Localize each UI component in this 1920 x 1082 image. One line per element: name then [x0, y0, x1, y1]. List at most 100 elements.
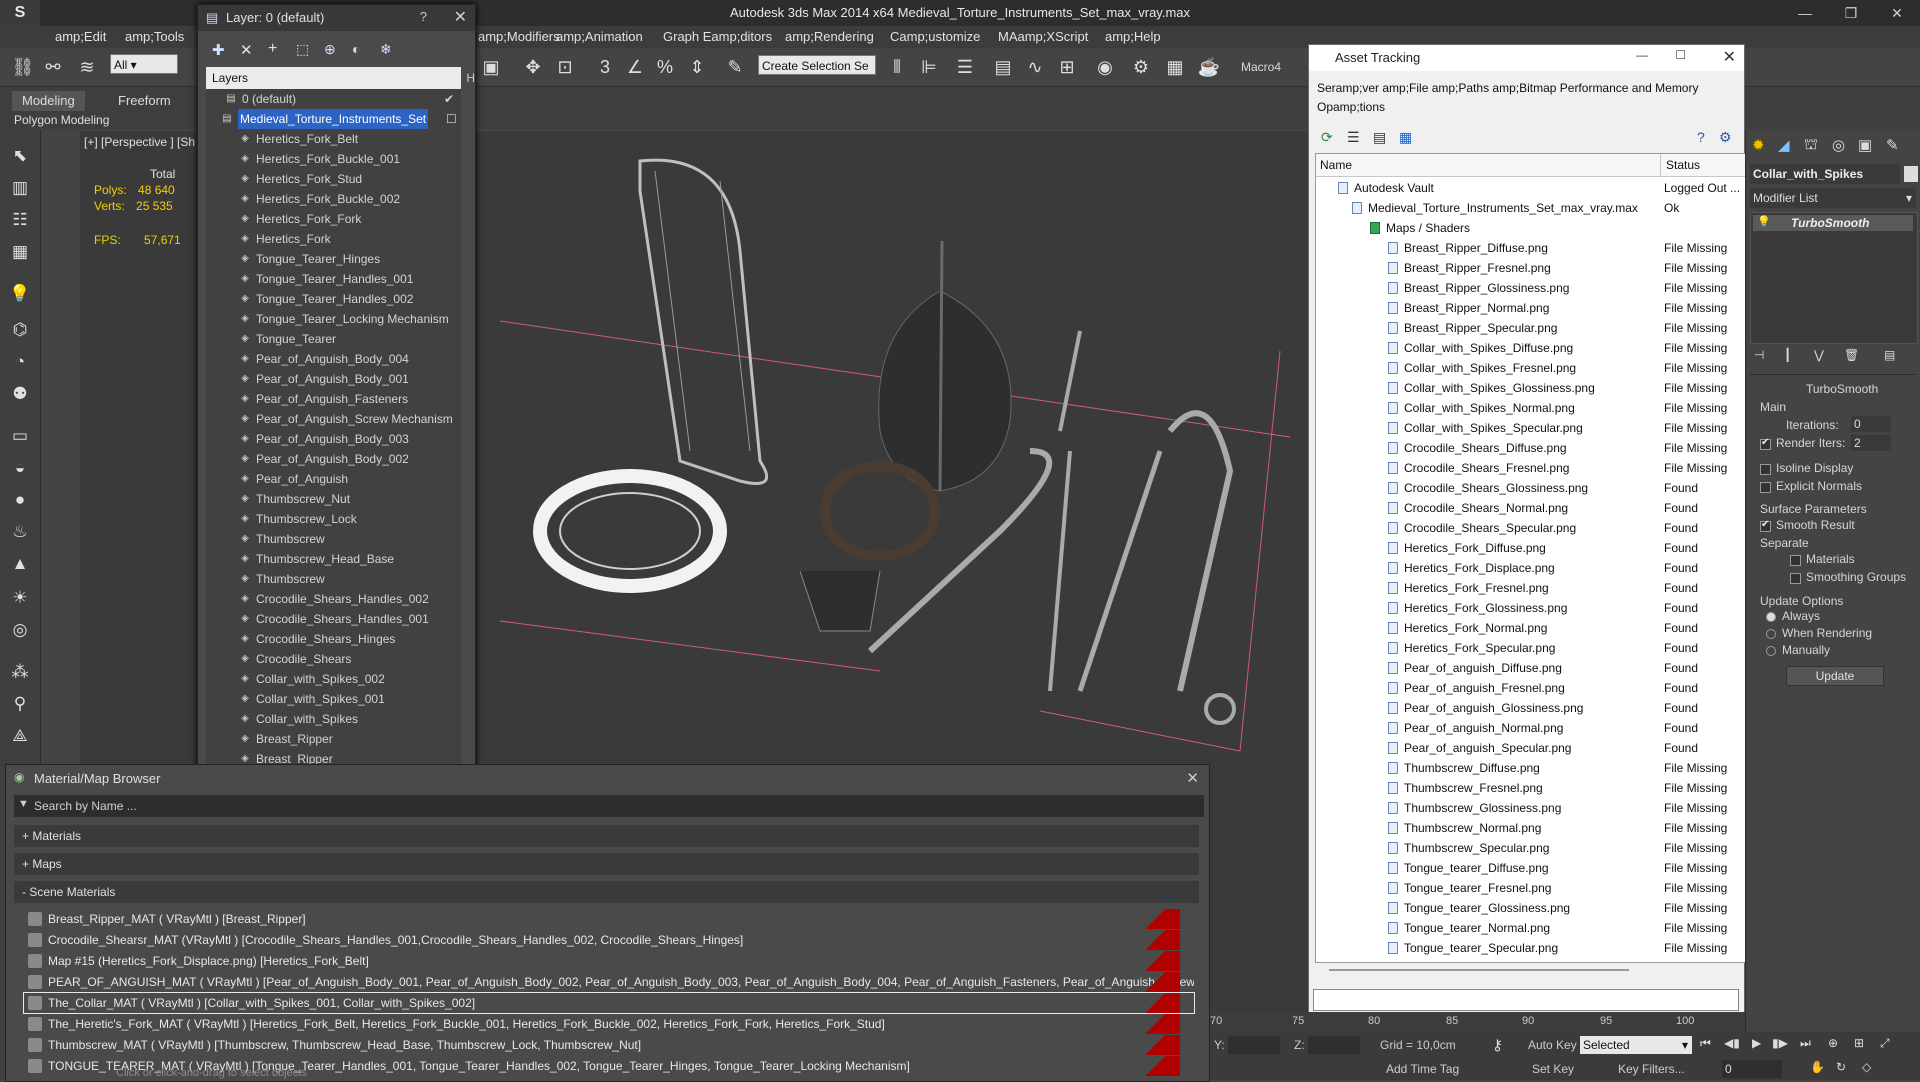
- layer-row[interactable]: ▤ 0 (default) ✔: [206, 89, 461, 109]
- layer-object-row[interactable]: ◈ Pear_of_Anguish_Body_003: [206, 429, 461, 449]
- layer-object-row[interactable]: ◈ Pear_of_Anguish_Screw Mechanism: [206, 409, 461, 429]
- menu-tools[interactable]: amp;Tools: [125, 29, 184, 44]
- paint-select-icon[interactable]: ▥: [6, 176, 34, 200]
- material-row[interactable]: The_Heretic's_Fork_MAT ( VRayMtl ) [Here…: [24, 1014, 1194, 1034]
- layer-object-row[interactable]: ◈ Thumbscrew: [206, 529, 461, 549]
- sun-icon[interactable]: ☀: [6, 586, 34, 610]
- layer-object-row[interactable]: ◈ Pear_of_Anguish: [206, 469, 461, 489]
- asset-row[interactable]: Tongue_tearer_Specular.png File Missing: [1316, 938, 1746, 958]
- menu-animation[interactable]: amp;Animation: [556, 29, 643, 44]
- asset-row[interactable]: Heretics_Fork_Displace.png Found: [1316, 558, 1746, 578]
- minimize-button[interactable]: —: [1782, 2, 1828, 24]
- delete-layer-icon[interactable]: ✕: [240, 41, 253, 59]
- menu-rendering[interactable]: amp;Rendering: [785, 29, 874, 44]
- material-row[interactable]: Thumbscrew_MAT ( VRayMtl ) [Thumbscrew, …: [24, 1035, 1194, 1055]
- key-mode-select[interactable]: Selected ▾: [1580, 1036, 1692, 1054]
- goto-end-icon[interactable]: ⏭: [1800, 1036, 1811, 1051]
- asset-row[interactable]: Pear_of_anguish_Normal.png Found: [1316, 718, 1746, 738]
- teapot-icon[interactable]: ♨: [6, 520, 34, 544]
- asset-row[interactable]: Thumbscrew_Glossiness.png File Missing: [1316, 798, 1746, 818]
- ribbon-panel-label[interactable]: Polygon Modeling: [14, 113, 109, 127]
- asset-row[interactable]: Collar_with_Spikes_Specular.png File Miss…: [1316, 418, 1746, 438]
- layer-object-row[interactable]: ◈ Crocodile_Shears: [206, 649, 461, 669]
- show-end-result-icon[interactable]: ┃: [1784, 348, 1791, 362]
- play-icon[interactable]: ▶: [1752, 1036, 1761, 1050]
- material-row[interactable]: Breast_Ripper_MAT ( VRayMtl ) [Breast_Ri…: [24, 909, 1194, 929]
- selection-filter-select[interactable]: All ▾: [110, 54, 178, 74]
- zoom-all-icon[interactable]: ⊞: [1854, 1036, 1864, 1050]
- object-color-swatch[interactable]: [1904, 166, 1918, 182]
- unlink-icon[interactable]: ⚯: [40, 54, 66, 80]
- column-divider[interactable]: [1660, 154, 1661, 176]
- asset-row[interactable]: Crocodile_Shears_Normal.png Found: [1316, 498, 1746, 518]
- asset-row[interactable]: Heretics_Fork_Diffuse.png Found: [1316, 538, 1746, 558]
- layer-object-row[interactable]: ◈ Thumbscrew_Lock: [206, 509, 461, 529]
- iterations-spinner[interactable]: 0: [1851, 416, 1891, 432]
- menu-maxscript[interactable]: MAamp;XScript: [998, 29, 1088, 44]
- stack-item-turbosmooth[interactable]: 💡 TurboSmooth: [1753, 215, 1913, 231]
- current-frame-field[interactable]: 0: [1722, 1060, 1782, 1078]
- layer-object-row[interactable]: ◈ Collar_with_Spikes: [206, 709, 461, 729]
- current-layer-check-icon[interactable]: ✔: [444, 89, 454, 109]
- layer-column-header[interactable]: Layers H: [206, 67, 475, 89]
- asset-row[interactable]: Tongue_tearer_Normal.png File Missing: [1316, 918, 1746, 938]
- asset-row[interactable]: Crocodile_Shears_Diffuse.png File Missing: [1316, 438, 1746, 458]
- rendered-frame-icon[interactable]: ▦: [1162, 54, 1188, 80]
- key-filters-button[interactable]: Key Filters...: [1618, 1062, 1685, 1076]
- named-selection-set[interactable]: Create Selection Se: [758, 55, 876, 75]
- dynamics-icon[interactable]: ⚲: [6, 692, 34, 716]
- grid-icon[interactable]: ▦: [6, 240, 34, 264]
- key-icon[interactable]: ⚷: [1492, 1036, 1503, 1054]
- layer-object-row[interactable]: ◈ Tongue_Tearer_Hinges: [206, 249, 461, 269]
- asset-row[interactable]: Crocodile_Shears_Glossiness.png Found: [1316, 478, 1746, 498]
- always-radio[interactable]: [1766, 612, 1776, 622]
- timeline-ruler[interactable]: 70 75 80 85 90 95 100: [1210, 1012, 1745, 1032]
- percent-snap-icon[interactable]: %: [652, 54, 678, 80]
- layer-object-row[interactable]: ◈ Pear_of_Anguish_Body_001: [206, 369, 461, 389]
- layer-object-row[interactable]: ◈ Pear_of_Anguish_Body_002: [206, 449, 461, 469]
- hierarchy-tab-icon[interactable]: ⛫: [1804, 136, 1818, 155]
- create-tab-icon[interactable]: ✹: [1752, 136, 1765, 154]
- asset-row[interactable]: Thumbscrew_Fresnel.png File Missing: [1316, 778, 1746, 798]
- asset-row[interactable]: Heretics_Fork_Specular.png Found: [1316, 638, 1746, 658]
- tab-modeling[interactable]: Modeling: [12, 91, 85, 111]
- asset-row[interactable]: Breast_Ripper_Fresnel.png File Missing: [1316, 258, 1746, 278]
- column-name[interactable]: Name: [1320, 158, 1352, 172]
- asset-row[interactable]: Collar_with_Spikes_Glossiness.png File Mi…: [1316, 378, 1746, 398]
- asset-row[interactable]: Tongue_tearer_Diffuse.png File Missing: [1316, 858, 1746, 878]
- particles-icon[interactable]: ⁂: [6, 660, 34, 684]
- app-logo-icon[interactable]: S: [0, 0, 40, 26]
- material-row[interactable]: PEAR_OF_ANGUISH_MAT ( VRayMtl ) [Pear_of…: [24, 972, 1194, 992]
- asset-row[interactable]: Autodesk Vault Logged Out ...: [1316, 178, 1746, 198]
- select-manipulate-icon[interactable]: ⊡: [552, 54, 578, 80]
- sphere-icon[interactable]: ◒: [6, 456, 34, 480]
- menu-customize[interactable]: Camp;ustomize: [890, 29, 980, 44]
- modify-tab-icon[interactable]: ◢: [1778, 136, 1790, 154]
- layer-object-row[interactable]: ◈ Tongue_Tearer_Handles_002: [206, 289, 461, 309]
- auto-key-button[interactable]: Auto Key: [1528, 1038, 1577, 1052]
- menu-edit[interactable]: amp;Edit: [55, 29, 106, 44]
- create-layer-icon[interactable]: ✚: [212, 41, 225, 59]
- pin-stack-icon[interactable]: ⊣: [1754, 348, 1764, 362]
- select-object-icon[interactable]: ⬉: [6, 144, 34, 168]
- list-view-icon[interactable]: ☰: [1347, 129, 1360, 146]
- asset-row[interactable]: Crocodile_Shears_Fresnel.png File Missing: [1316, 458, 1746, 478]
- render-iters-checkbox[interactable]: [1760, 437, 1771, 450]
- menu-modifiers[interactable]: amp;Modifiers: [478, 29, 560, 44]
- asset-menu-row2[interactable]: Opamp;tions: [1317, 98, 1737, 117]
- update-button[interactable]: Update: [1786, 666, 1884, 686]
- schematic-view-icon[interactable]: ⊞: [1054, 54, 1080, 80]
- helper-icon[interactable]: ◔: [6, 350, 34, 374]
- pan-icon[interactable]: ✋: [1810, 1060, 1825, 1074]
- layer-object-row[interactable]: ◈ Thumbscrew: [206, 569, 461, 589]
- material-editor-icon[interactable]: ◉: [1092, 54, 1118, 80]
- search-dropdown-icon[interactable]: ▼: [18, 798, 29, 810]
- material-search-input[interactable]: Search by Name ...: [14, 795, 1204, 817]
- layer-object-row[interactable]: ◈ Heretics_Fork_Stud: [206, 169, 461, 189]
- layer-object-row[interactable]: ◈ Crocodile_Shears_Handles_002: [206, 589, 461, 609]
- asset-row[interactable]: Collar_with_Spikes_Diffuse.png File Missi…: [1316, 338, 1746, 358]
- configure-sets-icon[interactable]: ▤: [1884, 348, 1895, 362]
- angle-snap-icon[interactable]: ∠: [622, 54, 648, 80]
- layer-object-row[interactable]: ◈ Collar_with_Spikes_001: [206, 689, 461, 709]
- asset-max-button[interactable]: ☐: [1675, 48, 1686, 62]
